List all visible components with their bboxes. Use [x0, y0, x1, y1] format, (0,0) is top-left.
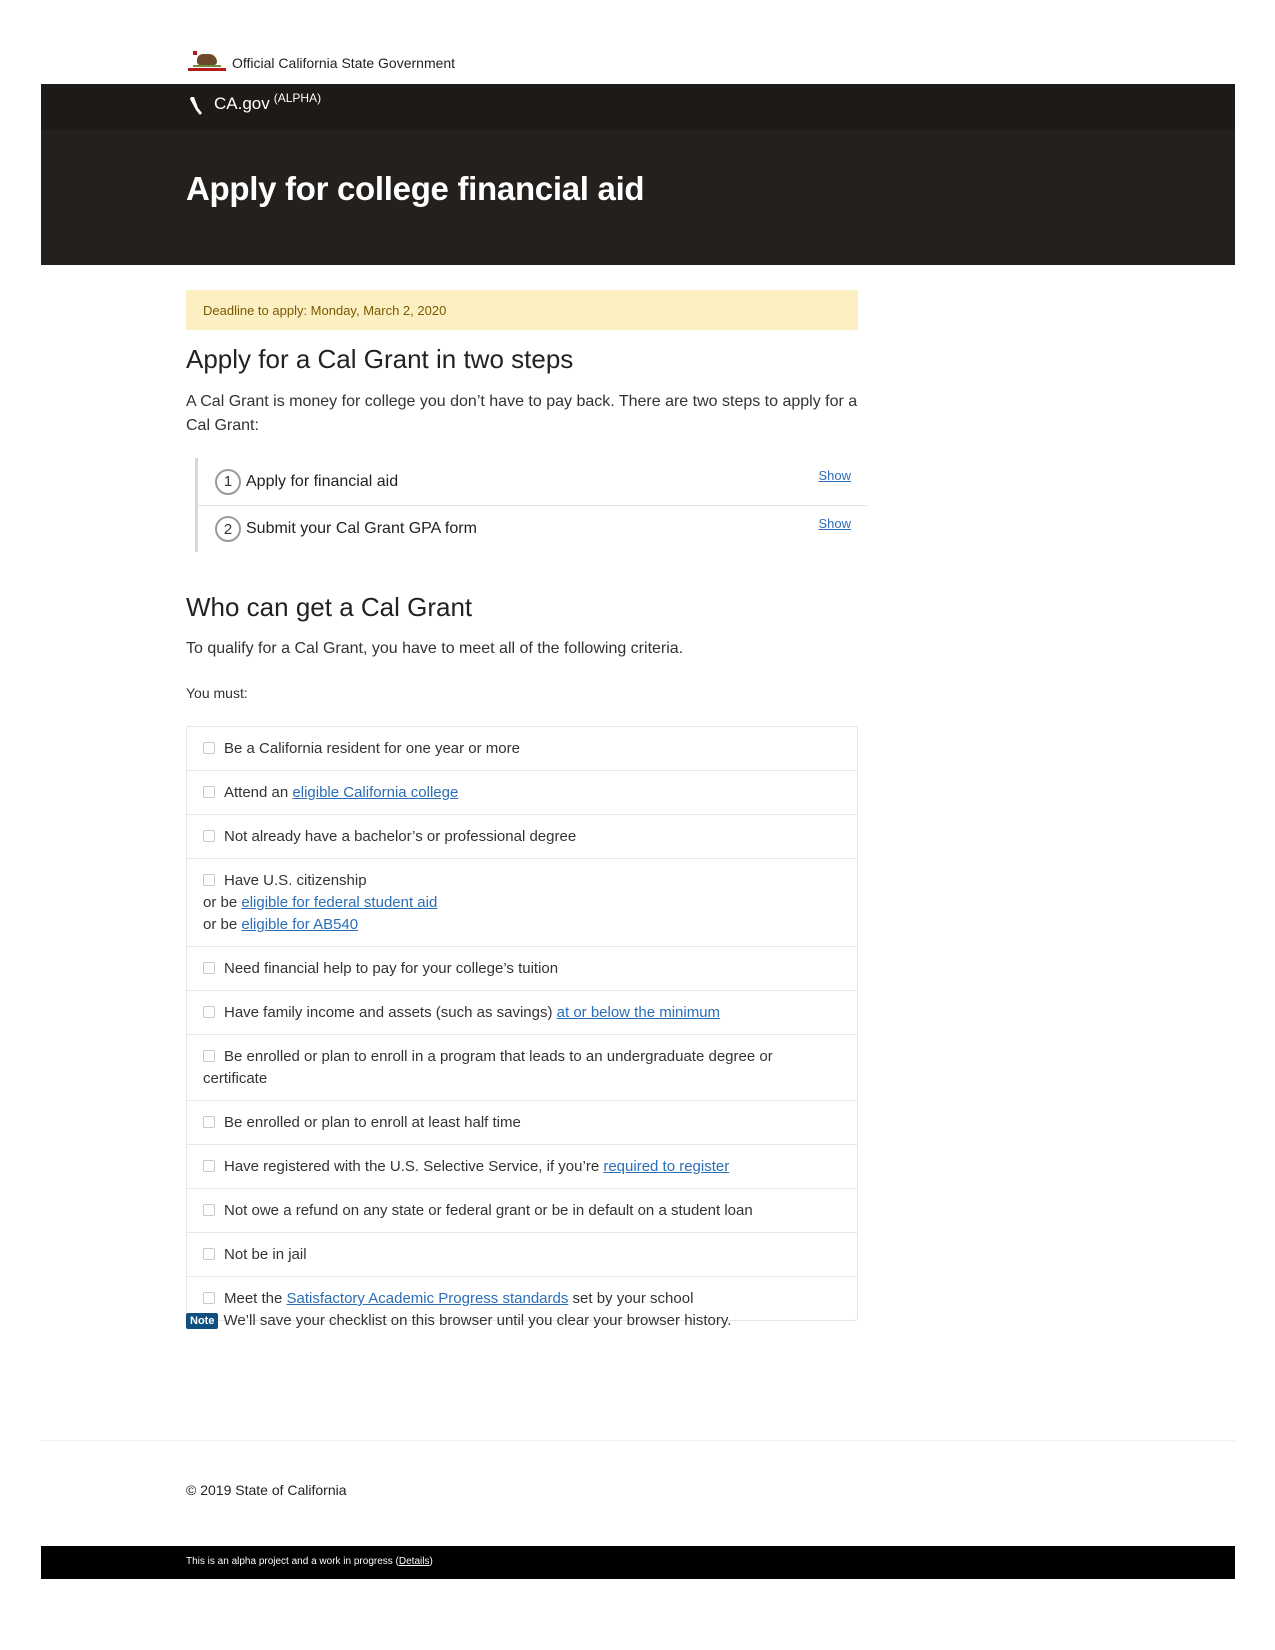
- alpha-tag: (ALPHA): [273, 91, 322, 105]
- required-to-register-link[interactable]: required to register: [603, 1158, 729, 1175]
- official-government-text: Official California State Government: [232, 55, 456, 71]
- step-number: 2: [215, 516, 241, 542]
- criterion-text: Not be in jail: [224, 1246, 307, 1263]
- alpha-notice: This is an alpha project and a work in p…: [186, 1556, 433, 1567]
- criterion-text: or be: [203, 916, 242, 933]
- criterion-text: Be enrolled or plan to enroll in a progr…: [203, 1048, 773, 1087]
- page-header: CA.gov (ALPHA) Apply for college financi…: [41, 84, 1235, 265]
- pen-nib-icon: [190, 97, 202, 115]
- checkbox[interactable]: [203, 1050, 215, 1062]
- checkbox[interactable]: [203, 1006, 215, 1018]
- criterion-text: Have family income and assets (such as s…: [224, 1004, 557, 1021]
- criterion-text: Be enrolled or plan to enroll at least h…: [224, 1114, 521, 1131]
- deadline-banner: Deadline to apply: Monday, March 2, 2020: [186, 290, 858, 330]
- steps-accordion: 1 Apply for financial aid Show 2 Submit …: [195, 458, 867, 552]
- criterion-text: Not already have a bachelor’s or profess…: [224, 828, 577, 845]
- alpha-notice-text: This is an alpha project and a work in p…: [186, 1556, 399, 1567]
- checkbox[interactable]: [203, 786, 215, 798]
- eligibility-heading: Who can get a Cal Grant: [186, 592, 473, 622]
- checklist-item: Have registered with the U.S. Selective …: [187, 1144, 857, 1188]
- california-seal-icon: [188, 51, 226, 75]
- checklist-item: Not owe a refund on any state or federal…: [187, 1188, 857, 1232]
- note-text: We’ll save your checklist on this browse…: [223, 1312, 732, 1329]
- steps-intro: A Cal Grant is money for college you don…: [186, 393, 858, 434]
- show-step-2-button[interactable]: Show: [818, 516, 851, 531]
- income-minimum-link[interactable]: at or below the minimum: [557, 1004, 720, 1021]
- page-title: Apply for college financial aid: [186, 170, 645, 207]
- footer-divider: [41, 1440, 1235, 1441]
- ca-gov-home-link[interactable]: CA.gov (ALPHA): [188, 91, 322, 115]
- criterion-text: Be a California resident for one year or…: [224, 740, 520, 757]
- federal-student-aid-link[interactable]: eligible for federal student aid: [241, 894, 437, 911]
- checklist-item: Not already have a bachelor’s or profess…: [187, 814, 857, 858]
- checkbox[interactable]: [203, 1292, 215, 1304]
- checkbox[interactable]: [203, 1160, 215, 1172]
- eligibility-intro: To qualify for a Cal Grant, you have to …: [186, 640, 684, 657]
- checkbox[interactable]: [203, 1116, 215, 1128]
- checklist-item: Not be in jail: [187, 1232, 857, 1276]
- criterion-text: Not owe a refund on any state or federal…: [224, 1202, 753, 1219]
- criterion-text: set by your school: [568, 1290, 694, 1307]
- step-item[interactable]: 2 Submit your Cal Grant GPA form Show: [198, 505, 867, 552]
- ab540-link[interactable]: eligible for AB540: [241, 916, 358, 933]
- copyright-text: © 2019 State of California: [186, 1482, 347, 1498]
- step-item[interactable]: 1 Apply for financial aid Show: [198, 458, 867, 505]
- note-badge: Note: [186, 1312, 219, 1329]
- steps-heading: Apply for a Cal Grant in two steps: [186, 344, 574, 374]
- details-link[interactable]: Details: [399, 1556, 430, 1567]
- brand-name: CA.gov: [214, 94, 270, 113]
- criterion-text: Attend an: [224, 784, 293, 801]
- alpha-notice-bar: This is an alpha project and a work in p…: [41, 1546, 1235, 1579]
- checkbox[interactable]: [203, 874, 215, 886]
- criterion-text: Have registered with the U.S. Selective …: [224, 1158, 604, 1175]
- top-navigation: CA.gov (ALPHA): [41, 84, 1235, 130]
- criterion-text: Need financial help to pay for your coll…: [224, 960, 559, 977]
- checklist-item: Need financial help to pay for your coll…: [187, 946, 857, 990]
- you-must-label: You must:: [186, 685, 248, 701]
- step-label: Apply for financial aid: [246, 472, 399, 490]
- checkbox[interactable]: [203, 1248, 215, 1260]
- checkbox[interactable]: [203, 830, 215, 842]
- academic-progress-link[interactable]: Satisfactory Academic Progress standards: [287, 1290, 569, 1307]
- checklist-item: Be a California resident for one year or…: [187, 727, 857, 770]
- alpha-notice-close: ): [429, 1556, 433, 1567]
- eligible-college-link[interactable]: eligible California college: [292, 784, 458, 801]
- checkbox[interactable]: [203, 742, 215, 754]
- step-number: 1: [215, 468, 241, 495]
- step-label: Submit your Cal Grant GPA form: [246, 520, 477, 537]
- checkbox[interactable]: [203, 1204, 215, 1216]
- checklist-item: Be enrolled or plan to enroll at least h…: [187, 1100, 857, 1144]
- criterion-text: Have U.S. citizenship: [224, 872, 367, 889]
- criterion-text: or be: [203, 894, 242, 911]
- checklist-item: Have family income and assets (such as s…: [187, 990, 857, 1034]
- checklist-item: Attend an eligible California college: [187, 770, 857, 814]
- show-step-1-button[interactable]: Show: [818, 468, 851, 483]
- official-government-bar: Official California State Government: [188, 50, 455, 76]
- checklist-item: Be enrolled or plan to enroll in a progr…: [187, 1034, 857, 1100]
- note-message: Note We’ll save your checklist on this b…: [186, 1312, 731, 1329]
- main-content: Deadline to apply: Monday, March 2, 2020…: [186, 290, 867, 1329]
- criterion-text: Meet the: [224, 1290, 287, 1307]
- eligibility-checklist: Be a California resident for one year or…: [186, 726, 858, 1321]
- checklist-item: Have U.S. citizenship or be eligible for…: [187, 858, 857, 946]
- checkbox[interactable]: [203, 962, 215, 974]
